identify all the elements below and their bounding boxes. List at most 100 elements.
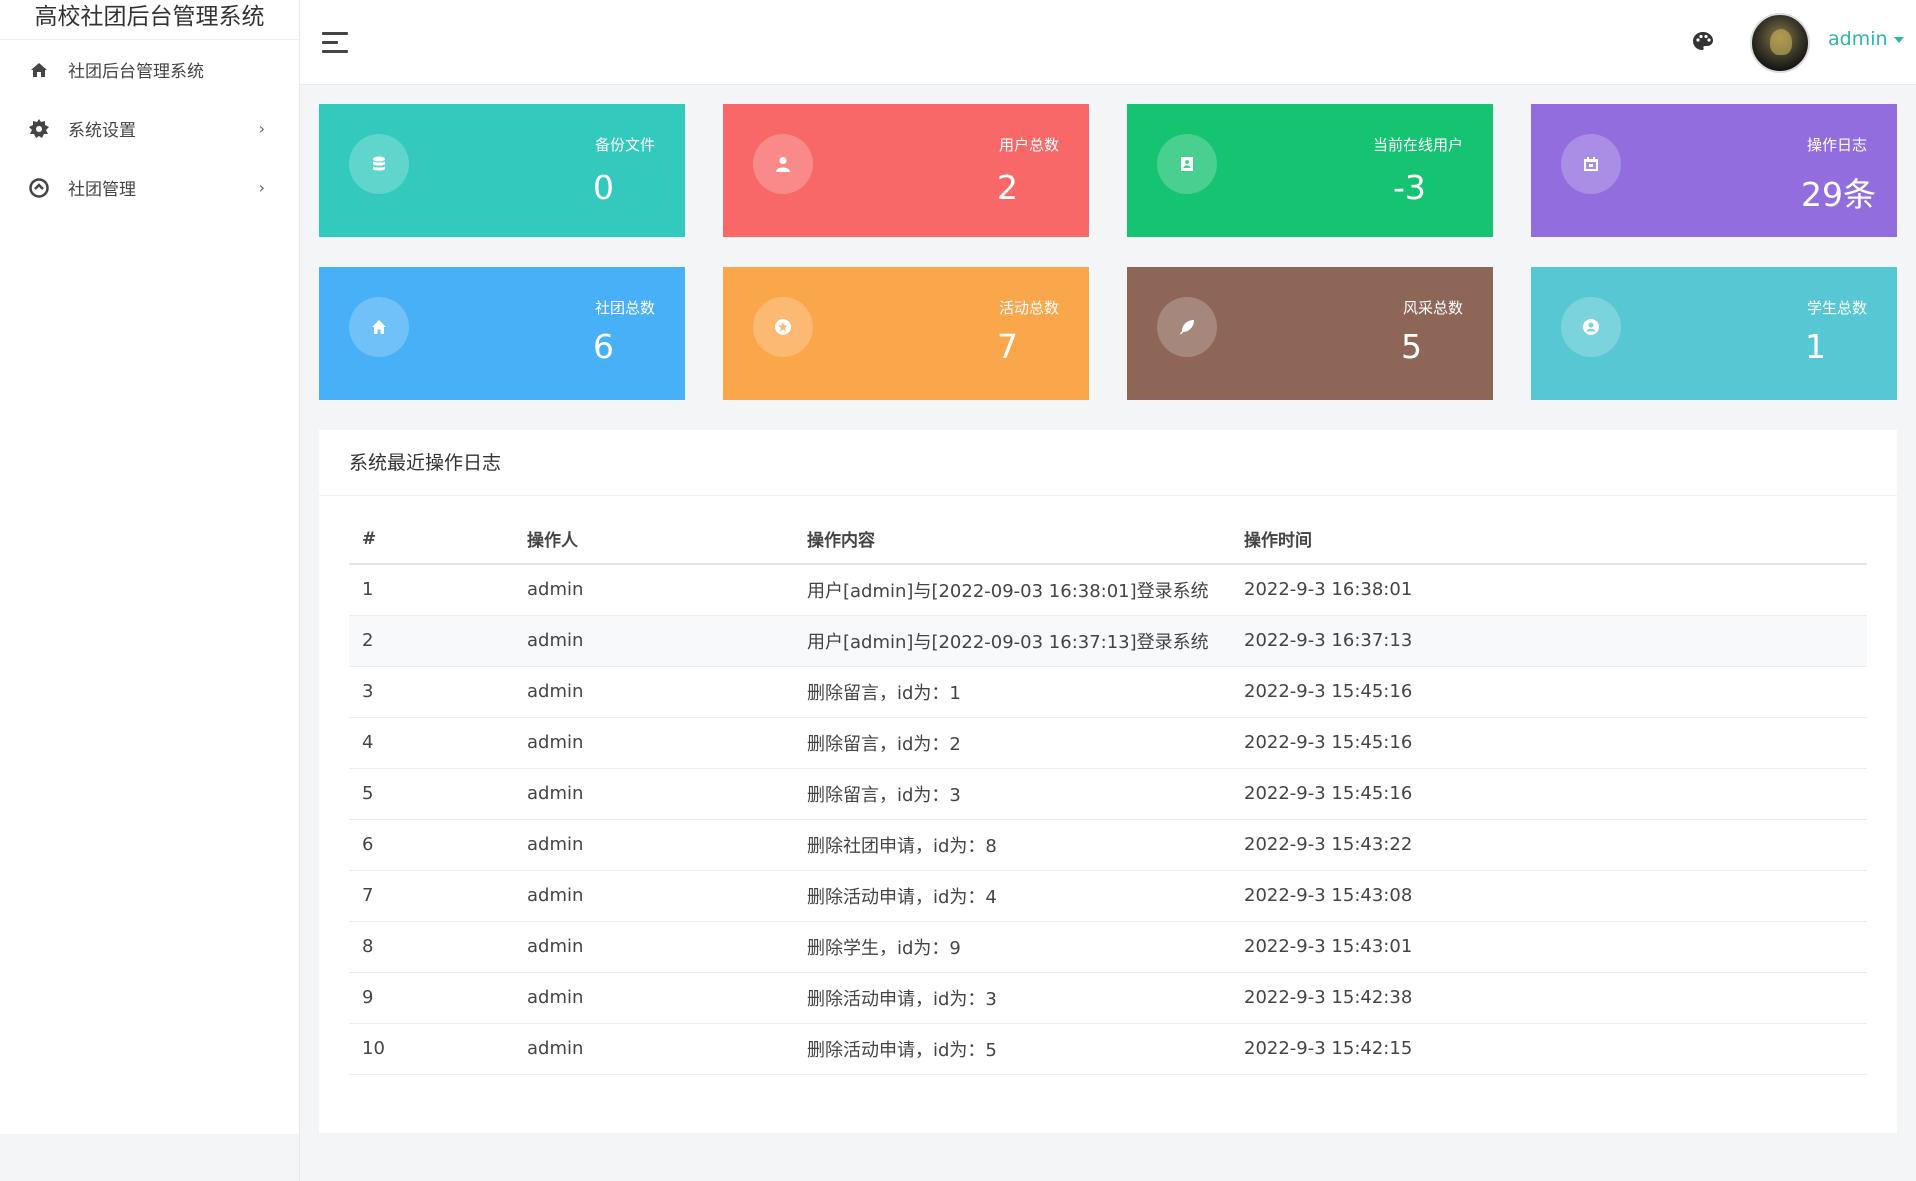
circle-up-icon <box>28 177 50 199</box>
cell-index: 5 <box>349 768 514 820</box>
stat-card-total-showcases: 风采总数 5 <box>1127 267 1493 400</box>
cell-time: 2022-9-3 15:43:01 <box>1231 921 1867 973</box>
cell-operator: admin <box>514 564 794 616</box>
stat-value: -3 <box>1393 168 1426 207</box>
cell-content: 删除学生，id为：9 <box>794 921 1231 973</box>
cell-index: 7 <box>349 870 514 922</box>
cell-index: 1 <box>349 564 514 616</box>
cell-content: 用户[admin]与[2022-09-03 16:38:01]登录系统 <box>794 564 1231 616</box>
palette-icon[interactable] <box>1691 30 1715 54</box>
star-circle-icon <box>753 297 813 357</box>
user-circle-icon <box>1561 297 1621 357</box>
cell-operator: admin <box>514 717 794 769</box>
chevron-right-icon: › <box>258 178 265 197</box>
cell-operator: admin <box>514 870 794 922</box>
avatar[interactable] <box>1750 13 1810 73</box>
cell-time: 2022-9-3 15:45:16 <box>1231 666 1867 718</box>
stat-value: 2 <box>997 168 1018 207</box>
stat-label: 活动总数 <box>998 299 1059 317</box>
cell-index: 6 <box>349 819 514 871</box>
cell-operator: admin <box>514 819 794 871</box>
cell-time: 2022-9-3 15:45:16 <box>1231 768 1867 820</box>
stat-card-operation-logs: 操作日志 29条 <box>1531 104 1897 237</box>
brand-title: 高校社团后台管理系统 <box>0 0 299 40</box>
cell-content: 删除社团申请，id为：8 <box>794 819 1231 871</box>
stat-value: 7 <box>997 327 1018 366</box>
stat-label: 操作日志 <box>1806 136 1867 154</box>
gear-icon <box>28 118 50 140</box>
stat-label: 社团总数 <box>594 299 655 317</box>
user-name-label: admin <box>1828 28 1888 50</box>
cell-content: 删除活动申请，id为：5 <box>794 1023 1231 1075</box>
sidebar-footer <box>0 1134 300 1181</box>
database-icon <box>349 134 409 194</box>
stat-card-total-users: 用户总数 2 <box>723 104 1089 237</box>
user-icon <box>753 134 813 194</box>
operation-log-panel: 系统最近操作日志 # 操作人 操作内容 操作时间 1 admin 用户[admin]… <box>319 430 1897 1133</box>
table-row: 10 admin 删除活动申请，id为：5 2022-9-3 15:42:15 <box>349 1023 1867 1075</box>
operation-log-table: # 操作人 操作内容 操作时间 1 admin 用户[admin]与[2022-09… <box>349 514 1867 1075</box>
stat-value: 1 <box>1805 327 1826 366</box>
stat-label: 当前在线用户 <box>1372 136 1463 154</box>
cell-index: 3 <box>349 666 514 718</box>
sidebar-item-label: 社团后台管理系统 <box>68 62 204 82</box>
table-row: 3 admin 删除留言，id为：1 2022-9-3 15:45:16 <box>349 666 1867 718</box>
sidebar-item-club-management[interactable]: 社团管理 › <box>0 158 299 217</box>
home-icon <box>349 297 409 357</box>
calendar-icon <box>1561 134 1621 194</box>
chevron-right-icon: › <box>258 119 265 138</box>
cell-time: 2022-9-3 16:38:01 <box>1231 564 1867 616</box>
table-row: 5 admin 删除留言，id为：3 2022-9-3 15:45:16 <box>349 768 1867 820</box>
cell-index: 4 <box>349 717 514 769</box>
home-icon <box>28 59 50 81</box>
menu-toggle-icon[interactable] <box>322 32 348 59</box>
stat-label: 学生总数 <box>1806 299 1867 317</box>
cell-index: 2 <box>349 615 514 667</box>
sidebar-item-home[interactable]: 社团后台管理系统 <box>0 40 299 99</box>
feather-icon <box>1157 297 1217 357</box>
cell-time: 2022-9-3 16:37:13 <box>1231 615 1867 667</box>
cell-operator: admin <box>514 1023 794 1075</box>
stat-value: 29条 <box>1801 175 1876 214</box>
cell-index: 9 <box>349 972 514 1024</box>
table-row: 6 admin 删除社团申请，id为：8 2022-9-3 15:43:22 <box>349 819 1867 871</box>
cell-operator: admin <box>514 921 794 973</box>
table-row: 4 admin 删除留言，id为：2 2022-9-3 15:45:16 <box>349 717 1867 769</box>
stat-card-total-activities: 活动总数 7 <box>723 267 1089 400</box>
column-header-index: # <box>349 514 514 565</box>
cell-operator: admin <box>514 666 794 718</box>
table-row: 2 admin 用户[admin]与[2022-09-03 16:37:13]登录系… <box>349 615 1867 667</box>
table-header-row: # 操作人 操作内容 操作时间 <box>349 514 1867 565</box>
cell-content: 删除留言，id为：2 <box>794 717 1231 769</box>
stat-card-backup-files: 备份文件 0 <box>319 104 685 237</box>
contact-card-icon <box>1157 134 1217 194</box>
stat-value: 6 <box>593 327 614 366</box>
stat-card-online-users: 当前在线用户 -3 <box>1127 104 1493 237</box>
sidebar-item-label: 系统设置 <box>68 121 136 141</box>
stat-value: 5 <box>1401 327 1422 366</box>
cell-index: 10 <box>349 1023 514 1075</box>
stat-label: 备份文件 <box>594 136 655 154</box>
table-row: 8 admin 删除学生，id为：9 2022-9-3 15:43:01 <box>349 921 1867 973</box>
cell-content: 删除留言，id为：1 <box>794 666 1231 718</box>
cell-time: 2022-9-3 15:42:38 <box>1231 972 1867 1024</box>
cell-time: 2022-9-3 15:43:08 <box>1231 870 1867 922</box>
sidebar-item-label: 社团管理 <box>68 180 136 200</box>
cell-content: 用户[admin]与[2022-09-03 16:37:13]登录系统 <box>794 615 1231 667</box>
sidebar: 高校社团后台管理系统 社团后台管理系统 系统设置 › 社团管理 › <box>0 0 300 1134</box>
column-header-operator: 操作人 <box>514 514 794 565</box>
caret-down-icon <box>1893 36 1904 43</box>
cell-operator: admin <box>514 972 794 1024</box>
cell-time: 2022-9-3 15:43:22 <box>1231 819 1867 871</box>
stat-value: 0 <box>593 168 614 207</box>
user-menu[interactable]: admin <box>1828 28 1904 50</box>
table-row: 9 admin 删除活动申请，id为：3 2022-9-3 15:42:38 <box>349 972 1867 1024</box>
top-header: admin <box>300 0 1916 85</box>
sidebar-item-system-settings[interactable]: 系统设置 › <box>0 99 299 158</box>
cell-content: 删除留言，id为：3 <box>794 768 1231 820</box>
stat-card-total-students: 学生总数 1 <box>1531 267 1897 400</box>
table-row: 1 admin 用户[admin]与[2022-09-03 16:38:01]登录系… <box>349 564 1867 616</box>
stat-label: 用户总数 <box>998 136 1059 154</box>
table-row: 7 admin 删除活动申请，id为：4 2022-9-3 15:43:08 <box>349 870 1867 922</box>
cell-content: 删除活动申请，id为：4 <box>794 870 1231 922</box>
